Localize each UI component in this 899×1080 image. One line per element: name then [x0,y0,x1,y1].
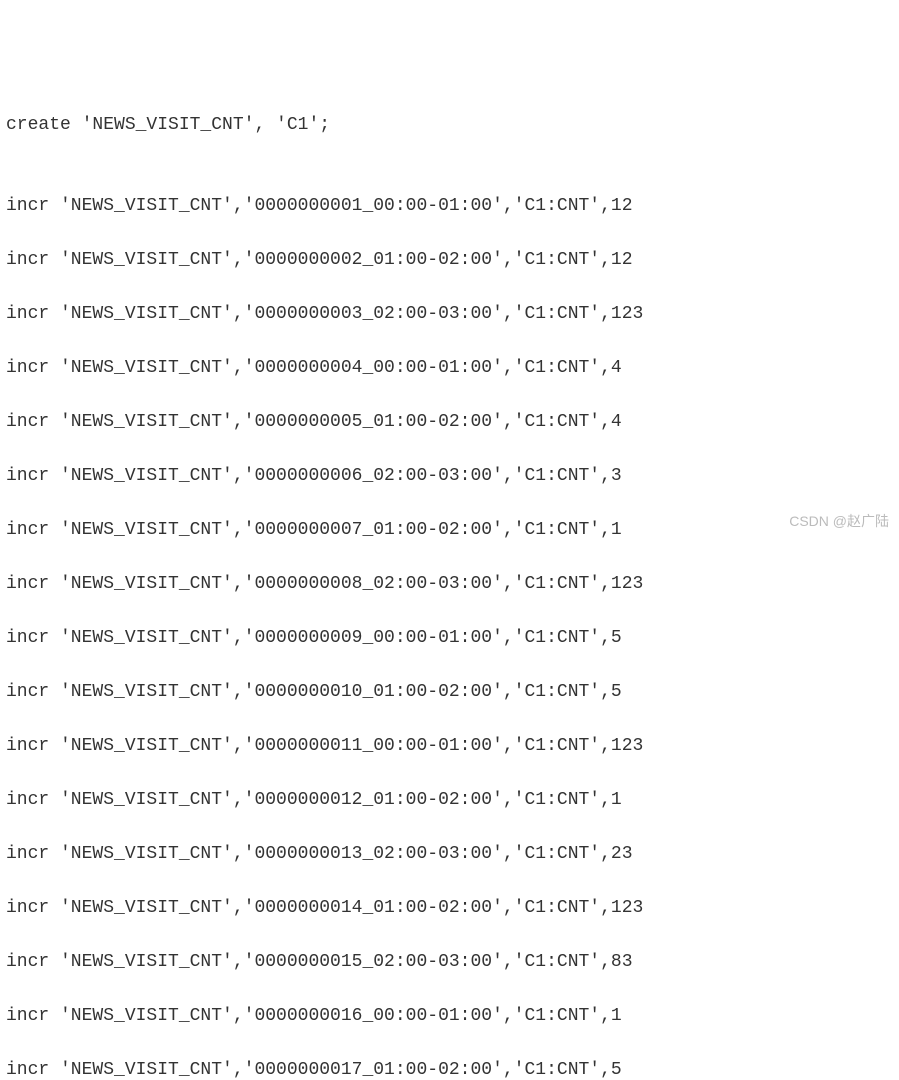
code-row: incr 'NEWS_VISIT_CNT','0000000008_02:00-… [6,571,893,598]
watermark-text: CSDN @赵广陆 [789,511,889,532]
code-row: incr 'NEWS_VISIT_CNT','0000000015_02:00-… [6,949,893,976]
code-create-line: create 'NEWS_VISIT_CNT', 'C1'; [6,112,893,139]
code-row: incr 'NEWS_VISIT_CNT','0000000006_02:00-… [6,463,893,490]
code-row: incr 'NEWS_VISIT_CNT','0000000016_00:00-… [6,1003,893,1030]
code-row: incr 'NEWS_VISIT_CNT','0000000012_01:00-… [6,787,893,814]
code-row: incr 'NEWS_VISIT_CNT','0000000003_02:00-… [6,301,893,328]
code-row: incr 'NEWS_VISIT_CNT','0000000011_00:00-… [6,733,893,760]
code-row: incr 'NEWS_VISIT_CNT','0000000017_01:00-… [6,1057,893,1080]
code-row: incr 'NEWS_VISIT_CNT','0000000013_02:00-… [6,841,893,868]
code-row: incr 'NEWS_VISIT_CNT','0000000002_01:00-… [6,247,893,274]
code-row: incr 'NEWS_VISIT_CNT','0000000001_00:00-… [6,193,893,220]
code-row: incr 'NEWS_VISIT_CNT','0000000014_01:00-… [6,895,893,922]
code-row: incr 'NEWS_VISIT_CNT','0000000009_00:00-… [6,625,893,652]
code-row: incr 'NEWS_VISIT_CNT','0000000010_01:00-… [6,679,893,706]
code-row: incr 'NEWS_VISIT_CNT','0000000005_01:00-… [6,409,893,436]
code-row: incr 'NEWS_VISIT_CNT','0000000004_00:00-… [6,355,893,382]
